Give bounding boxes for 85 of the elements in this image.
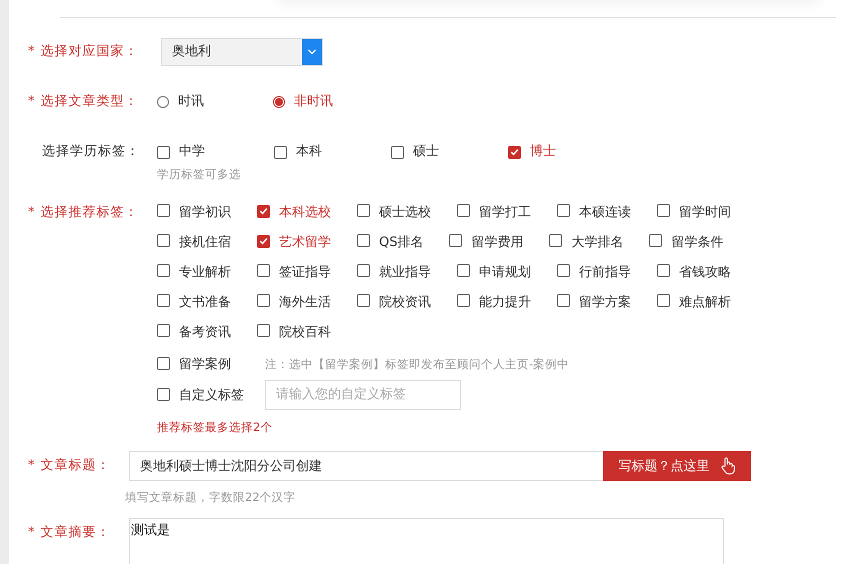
checkbox[interactable] <box>157 357 170 370</box>
tag-label: 申请规划 <box>479 265 531 280</box>
radio-label: 非时讯 <box>294 93 333 111</box>
checkbox[interactable] <box>649 234 662 247</box>
checkbox[interactable] <box>257 204 270 218</box>
checkbox[interactable] <box>274 146 287 158</box>
checkbox[interactable] <box>357 204 370 217</box>
checkbox-label: 本科 <box>296 143 322 161</box>
checkbox[interactable] <box>157 234 170 247</box>
checkbox[interactable] <box>557 204 570 217</box>
field-label: * 选择推荐标签： <box>27 204 140 222</box>
checkbox[interactable] <box>157 146 170 158</box>
checkbox[interactable] <box>457 294 470 307</box>
field-label: * 选择对应国家： <box>27 43 140 61</box>
hint-text: 填写文章标题，字数限22个汉字 <box>125 489 297 506</box>
warning-text: 推荐标签最多选择2个 <box>157 419 274 436</box>
checkbox[interactable] <box>657 294 670 307</box>
checkbox[interactable] <box>549 234 562 247</box>
checkbox[interactable] <box>449 234 462 247</box>
checkbox[interactable] <box>157 294 170 307</box>
checkbox-label: 中学 <box>179 143 205 161</box>
tag-label: 省钱攻略 <box>679 265 731 280</box>
custom-tag-field[interactable]: 请输入您的自定义标签 <box>265 380 461 410</box>
tag-label: 自定义标签 <box>179 386 245 404</box>
tag-label: 签证指导 <box>279 265 331 280</box>
checkbox[interactable] <box>157 388 170 401</box>
checkbox[interactable] <box>157 324 170 337</box>
checkbox[interactable] <box>657 204 670 217</box>
checkbox[interactable] <box>457 264 470 277</box>
chevron-down-icon <box>307 49 317 55</box>
checkbox[interactable] <box>508 146 521 158</box>
field-label: * 选择文章类型： <box>27 93 140 111</box>
title-field[interactable]: 奥地利硕士博士沈阳分公司创建 <box>129 451 603 481</box>
tag-label: 院校百科 <box>279 325 331 340</box>
tag-label: QS排名 <box>379 235 424 250</box>
tag-label: 能力提升 <box>479 295 531 310</box>
checkbox[interactable] <box>391 146 404 158</box>
write-title-button[interactable]: 写标题？点这里 <box>603 451 751 481</box>
radio-button[interactable] <box>273 96 285 108</box>
checkbox[interactable] <box>357 264 370 277</box>
tag-label: 备考资讯 <box>179 325 231 340</box>
checkbox[interactable] <box>257 264 270 277</box>
checkbox[interactable] <box>357 294 370 307</box>
checkbox[interactable] <box>157 204 170 217</box>
hand-pointer-icon <box>720 457 736 475</box>
checkbox[interactable] <box>257 294 270 307</box>
checkbox-label: 博士 <box>530 143 556 161</box>
tag-label: 留学费用 <box>471 235 524 250</box>
tag-label: 本科选校 <box>279 205 331 220</box>
tag-label: 留学条件 <box>671 235 724 250</box>
tag-label: 行前指导 <box>579 265 631 280</box>
radio-label: 时讯 <box>178 93 204 111</box>
tag-label: 留学打工 <box>479 205 531 220</box>
country-select[interactable]: 奥地利 <box>161 38 323 66</box>
tag-label: 留学初识 <box>179 205 231 220</box>
tag-label: 艺术留学 <box>279 235 331 250</box>
checkbox[interactable] <box>257 324 270 337</box>
note-text: 注：选中【留学案例】标签即发布至顾问个人主页-案例中 <box>265 356 570 372</box>
summary-field[interactable]: 测试是 <box>129 518 724 564</box>
tag-label: 留学时间 <box>679 205 731 220</box>
field-label: * 文章标题： <box>27 457 112 475</box>
radio-button[interactable] <box>157 96 169 108</box>
field-label: 选择学历标签： <box>41 143 141 161</box>
tag-label: 留学案例 <box>179 356 232 372</box>
tag-label: 本硕连读 <box>579 205 631 220</box>
tag-label: 留学方案 <box>579 295 631 310</box>
checkbox[interactable] <box>557 264 570 277</box>
field-label: * 文章摘要： <box>27 524 112 542</box>
tag-label: 就业指导 <box>379 265 431 280</box>
checkbox[interactable] <box>357 234 370 247</box>
tag-label: 大学排名 <box>571 235 624 250</box>
tag-label: 海外生活 <box>279 295 331 310</box>
tag-label: 文书准备 <box>179 295 231 310</box>
tag-label: 院校资讯 <box>379 295 431 310</box>
checkbox[interactable] <box>157 264 170 277</box>
checkbox[interactable] <box>657 264 670 277</box>
checkbox-label: 硕士 <box>413 143 439 161</box>
hint-text: 学历标签可多选 <box>157 166 242 183</box>
checkbox[interactable] <box>557 294 570 307</box>
tag-label: 硕士选校 <box>379 205 431 220</box>
tag-label: 接机住宿 <box>179 235 231 250</box>
checkbox[interactable] <box>257 234 270 248</box>
tag-label: 专业解析 <box>179 265 231 280</box>
checkbox[interactable] <box>457 204 470 217</box>
tag-label: 难点解析 <box>679 295 731 310</box>
